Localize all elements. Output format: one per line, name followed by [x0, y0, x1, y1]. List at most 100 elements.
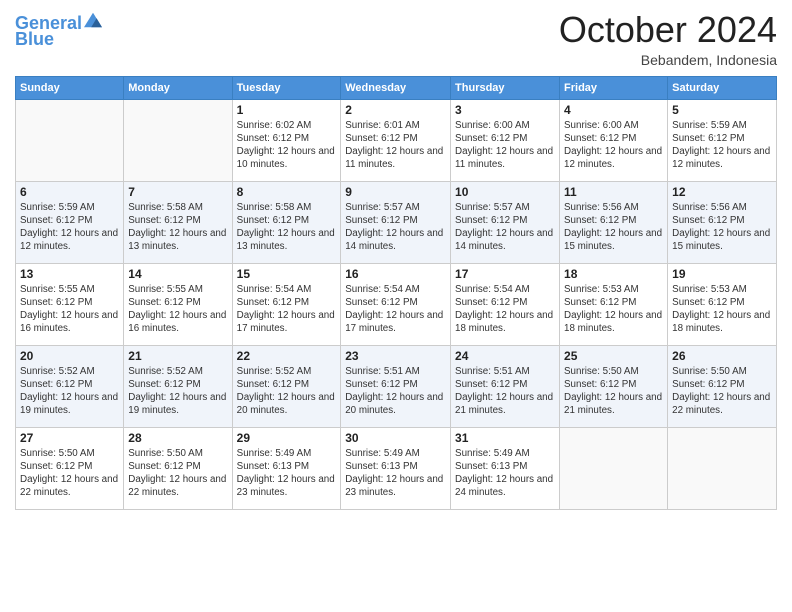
- calendar-cell: 1Sunrise: 6:02 AM Sunset: 6:12 PM Daylig…: [232, 99, 341, 181]
- day-info: Sunrise: 5:58 AM Sunset: 6:12 PM Dayligh…: [128, 201, 227, 254]
- day-number: 10: [455, 185, 555, 199]
- col-thursday: Thursday: [451, 76, 560, 99]
- day-info: Sunrise: 5:51 AM Sunset: 6:12 PM Dayligh…: [345, 365, 446, 418]
- day-info: Sunrise: 5:56 AM Sunset: 6:12 PM Dayligh…: [672, 201, 772, 254]
- day-number: 4: [564, 103, 663, 117]
- logo: General Blue: [15, 14, 102, 50]
- day-number: 12: [672, 185, 772, 199]
- day-info: Sunrise: 5:51 AM Sunset: 6:12 PM Dayligh…: [455, 365, 555, 418]
- calendar-cell: [668, 427, 777, 509]
- calendar-cell: 20Sunrise: 5:52 AM Sunset: 6:12 PM Dayli…: [16, 345, 124, 427]
- day-info: Sunrise: 5:50 AM Sunset: 6:12 PM Dayligh…: [128, 447, 227, 500]
- day-number: 26: [672, 349, 772, 363]
- day-info: Sunrise: 5:58 AM Sunset: 6:12 PM Dayligh…: [237, 201, 337, 254]
- calendar-cell: 23Sunrise: 5:51 AM Sunset: 6:12 PM Dayli…: [341, 345, 451, 427]
- col-saturday: Saturday: [668, 76, 777, 99]
- day-number: 3: [455, 103, 555, 117]
- day-info: Sunrise: 5:49 AM Sunset: 6:13 PM Dayligh…: [455, 447, 555, 500]
- calendar-cell: [16, 99, 124, 181]
- page: General Blue October 2024 Bebandem, Indo…: [0, 0, 792, 612]
- calendar-week-row: 27 Sunrise: 5:50 AM Sunset: 6:12 PM Dayli…: [16, 427, 777, 509]
- calendar-cell: 2 Sunrise: 6:01 AM Sunset: 6:12 PM Daylig…: [341, 99, 451, 181]
- calendar-cell: 11 Sunrise: 5:56 AM Sunset: 6:12 PM Dayli…: [560, 181, 668, 263]
- day-number: 20: [20, 349, 119, 363]
- calendar-cell: 9 Sunrise: 5:57 AM Sunset: 6:12 PM Daylig…: [341, 181, 451, 263]
- day-info: Sunrise: 5:59 AM Sunset: 6:12 PM Dayligh…: [672, 119, 772, 172]
- day-info: Sunrise: 5:54 AM Sunset: 6:12 PM Dayligh…: [455, 283, 555, 336]
- day-info: Sunrise: 5:56 AM Sunset: 6:12 PM Dayligh…: [564, 201, 663, 254]
- day-number: 18: [564, 267, 663, 281]
- month-title: October 2024: [559, 10, 777, 50]
- day-info: Sunrise: 5:57 AM Sunset: 6:12 PM Dayligh…: [345, 201, 446, 254]
- calendar-cell: 13 Sunrise: 5:55 AM Sunset: 6:12 PM Dayli…: [16, 263, 124, 345]
- day-number: 15: [237, 267, 337, 281]
- day-number: 29: [237, 431, 337, 445]
- calendar-week-row: 20 Sunrise: 5:52 AM Sunset: 6:12 PM Dayli…: [16, 345, 777, 427]
- day-info: Sunrise: 6:02 AM Sunset: 6:12 PM Dayligh…: [237, 119, 337, 172]
- day-info: Sunrise: 6:00 AM Sunset: 6:12 PM Dayligh…: [564, 119, 663, 172]
- day-info: Sunrise: 5:54 AM Sunset: 6:12 PM Dayligh…: [345, 283, 446, 336]
- day-info: Sunrise: 5:55 AM Sunset: 6:12 PM Dayligh…: [20, 283, 119, 336]
- calendar-cell: 22 Sunrise: 5:52 AM Sunset: 6:12 PM Dayli…: [232, 345, 341, 427]
- calendar-table: Sunday Monday Tuesday Wednesday Thursday…: [15, 76, 777, 510]
- day-number: 7: [128, 185, 227, 199]
- day-number: 9: [345, 185, 446, 199]
- calendar-week-row: 1Sunrise: 6:02 AM Sunset: 6:12 PM Daylig…: [16, 99, 777, 181]
- location: Bebandem, Indonesia: [559, 52, 777, 68]
- day-info: Sunrise: 6:01 AM Sunset: 6:12 PM Dayligh…: [345, 119, 446, 172]
- day-info: Sunrise: 5:57 AM Sunset: 6:12 PM Dayligh…: [455, 201, 555, 254]
- col-friday: Friday: [560, 76, 668, 99]
- col-tuesday: Tuesday: [232, 76, 341, 99]
- calendar-cell: 26 Sunrise: 5:50 AM Sunset: 6:12 PM Dayli…: [668, 345, 777, 427]
- day-number: 24: [455, 349, 555, 363]
- day-info: Sunrise: 5:53 AM Sunset: 6:12 PM Dayligh…: [564, 283, 663, 336]
- calendar-cell: 15Sunrise: 5:54 AM Sunset: 6:12 PM Dayli…: [232, 263, 341, 345]
- calendar-cell: 30 Sunrise: 5:49 AM Sunset: 6:13 PM Dayli…: [341, 427, 451, 509]
- day-info: Sunrise: 5:49 AM Sunset: 6:13 PM Dayligh…: [345, 447, 446, 500]
- day-number: 16: [345, 267, 446, 281]
- calendar-cell: 21 Sunrise: 5:52 AM Sunset: 6:12 PM Dayli…: [124, 345, 232, 427]
- calendar-cell: [560, 427, 668, 509]
- calendar-cell: 17 Sunrise: 5:54 AM Sunset: 6:12 PM Dayli…: [451, 263, 560, 345]
- calendar-cell: 6 Sunrise: 5:59 AM Sunset: 6:12 PM Daylig…: [16, 181, 124, 263]
- day-info: Sunrise: 5:53 AM Sunset: 6:12 PM Dayligh…: [672, 283, 772, 336]
- day-info: Sunrise: 5:52 AM Sunset: 6:12 PM Dayligh…: [128, 365, 227, 418]
- calendar-week-row: 6 Sunrise: 5:59 AM Sunset: 6:12 PM Daylig…: [16, 181, 777, 263]
- calendar-cell: 16 Sunrise: 5:54 AM Sunset: 6:12 PM Dayli…: [341, 263, 451, 345]
- calendar-cell: 3Sunrise: 6:00 AM Sunset: 6:12 PM Daylig…: [451, 99, 560, 181]
- day-number: 27: [20, 431, 119, 445]
- day-number: 22: [237, 349, 337, 363]
- calendar-cell: 12 Sunrise: 5:56 AM Sunset: 6:12 PM Dayli…: [668, 181, 777, 263]
- day-info: Sunrise: 5:50 AM Sunset: 6:12 PM Dayligh…: [20, 447, 119, 500]
- calendar-cell: 27 Sunrise: 5:50 AM Sunset: 6:12 PM Dayli…: [16, 427, 124, 509]
- day-number: 28: [128, 431, 227, 445]
- calendar-cell: 5 Sunrise: 5:59 AM Sunset: 6:12 PM Daylig…: [668, 99, 777, 181]
- day-number: 6: [20, 185, 119, 199]
- day-number: 17: [455, 267, 555, 281]
- calendar-cell: 31Sunrise: 5:49 AM Sunset: 6:13 PM Dayli…: [451, 427, 560, 509]
- day-number: 5: [672, 103, 772, 117]
- calendar-cell: 4 Sunrise: 6:00 AM Sunset: 6:12 PM Daylig…: [560, 99, 668, 181]
- day-number: 2: [345, 103, 446, 117]
- calendar-cell: 8Sunrise: 5:58 AM Sunset: 6:12 PM Daylig…: [232, 181, 341, 263]
- day-number: 21: [128, 349, 227, 363]
- day-number: 14: [128, 267, 227, 281]
- day-number: 13: [20, 267, 119, 281]
- day-info: Sunrise: 5:50 AM Sunset: 6:12 PM Dayligh…: [564, 365, 663, 418]
- calendar-cell: 29Sunrise: 5:49 AM Sunset: 6:13 PM Dayli…: [232, 427, 341, 509]
- title-block: October 2024 Bebandem, Indonesia: [559, 10, 777, 68]
- day-info: Sunrise: 5:59 AM Sunset: 6:12 PM Dayligh…: [20, 201, 119, 254]
- calendar-cell: 18 Sunrise: 5:53 AM Sunset: 6:12 PM Dayli…: [560, 263, 668, 345]
- calendar-cell: [124, 99, 232, 181]
- calendar-week-row: 13 Sunrise: 5:55 AM Sunset: 6:12 PM Dayli…: [16, 263, 777, 345]
- day-number: 11: [564, 185, 663, 199]
- day-info: Sunrise: 5:52 AM Sunset: 6:12 PM Dayligh…: [237, 365, 337, 418]
- calendar-cell: 28 Sunrise: 5:50 AM Sunset: 6:12 PM Dayli…: [124, 427, 232, 509]
- day-info: Sunrise: 5:50 AM Sunset: 6:12 PM Dayligh…: [672, 365, 772, 418]
- day-number: 30: [345, 431, 446, 445]
- day-number: 19: [672, 267, 772, 281]
- calendar-cell: 10 Sunrise: 5:57 AM Sunset: 6:12 PM Dayli…: [451, 181, 560, 263]
- calendar-header-row: Sunday Monday Tuesday Wednesday Thursday…: [16, 76, 777, 99]
- calendar-cell: 25Sunrise: 5:50 AM Sunset: 6:12 PM Dayli…: [560, 345, 668, 427]
- header: General Blue October 2024 Bebandem, Indo…: [15, 10, 777, 68]
